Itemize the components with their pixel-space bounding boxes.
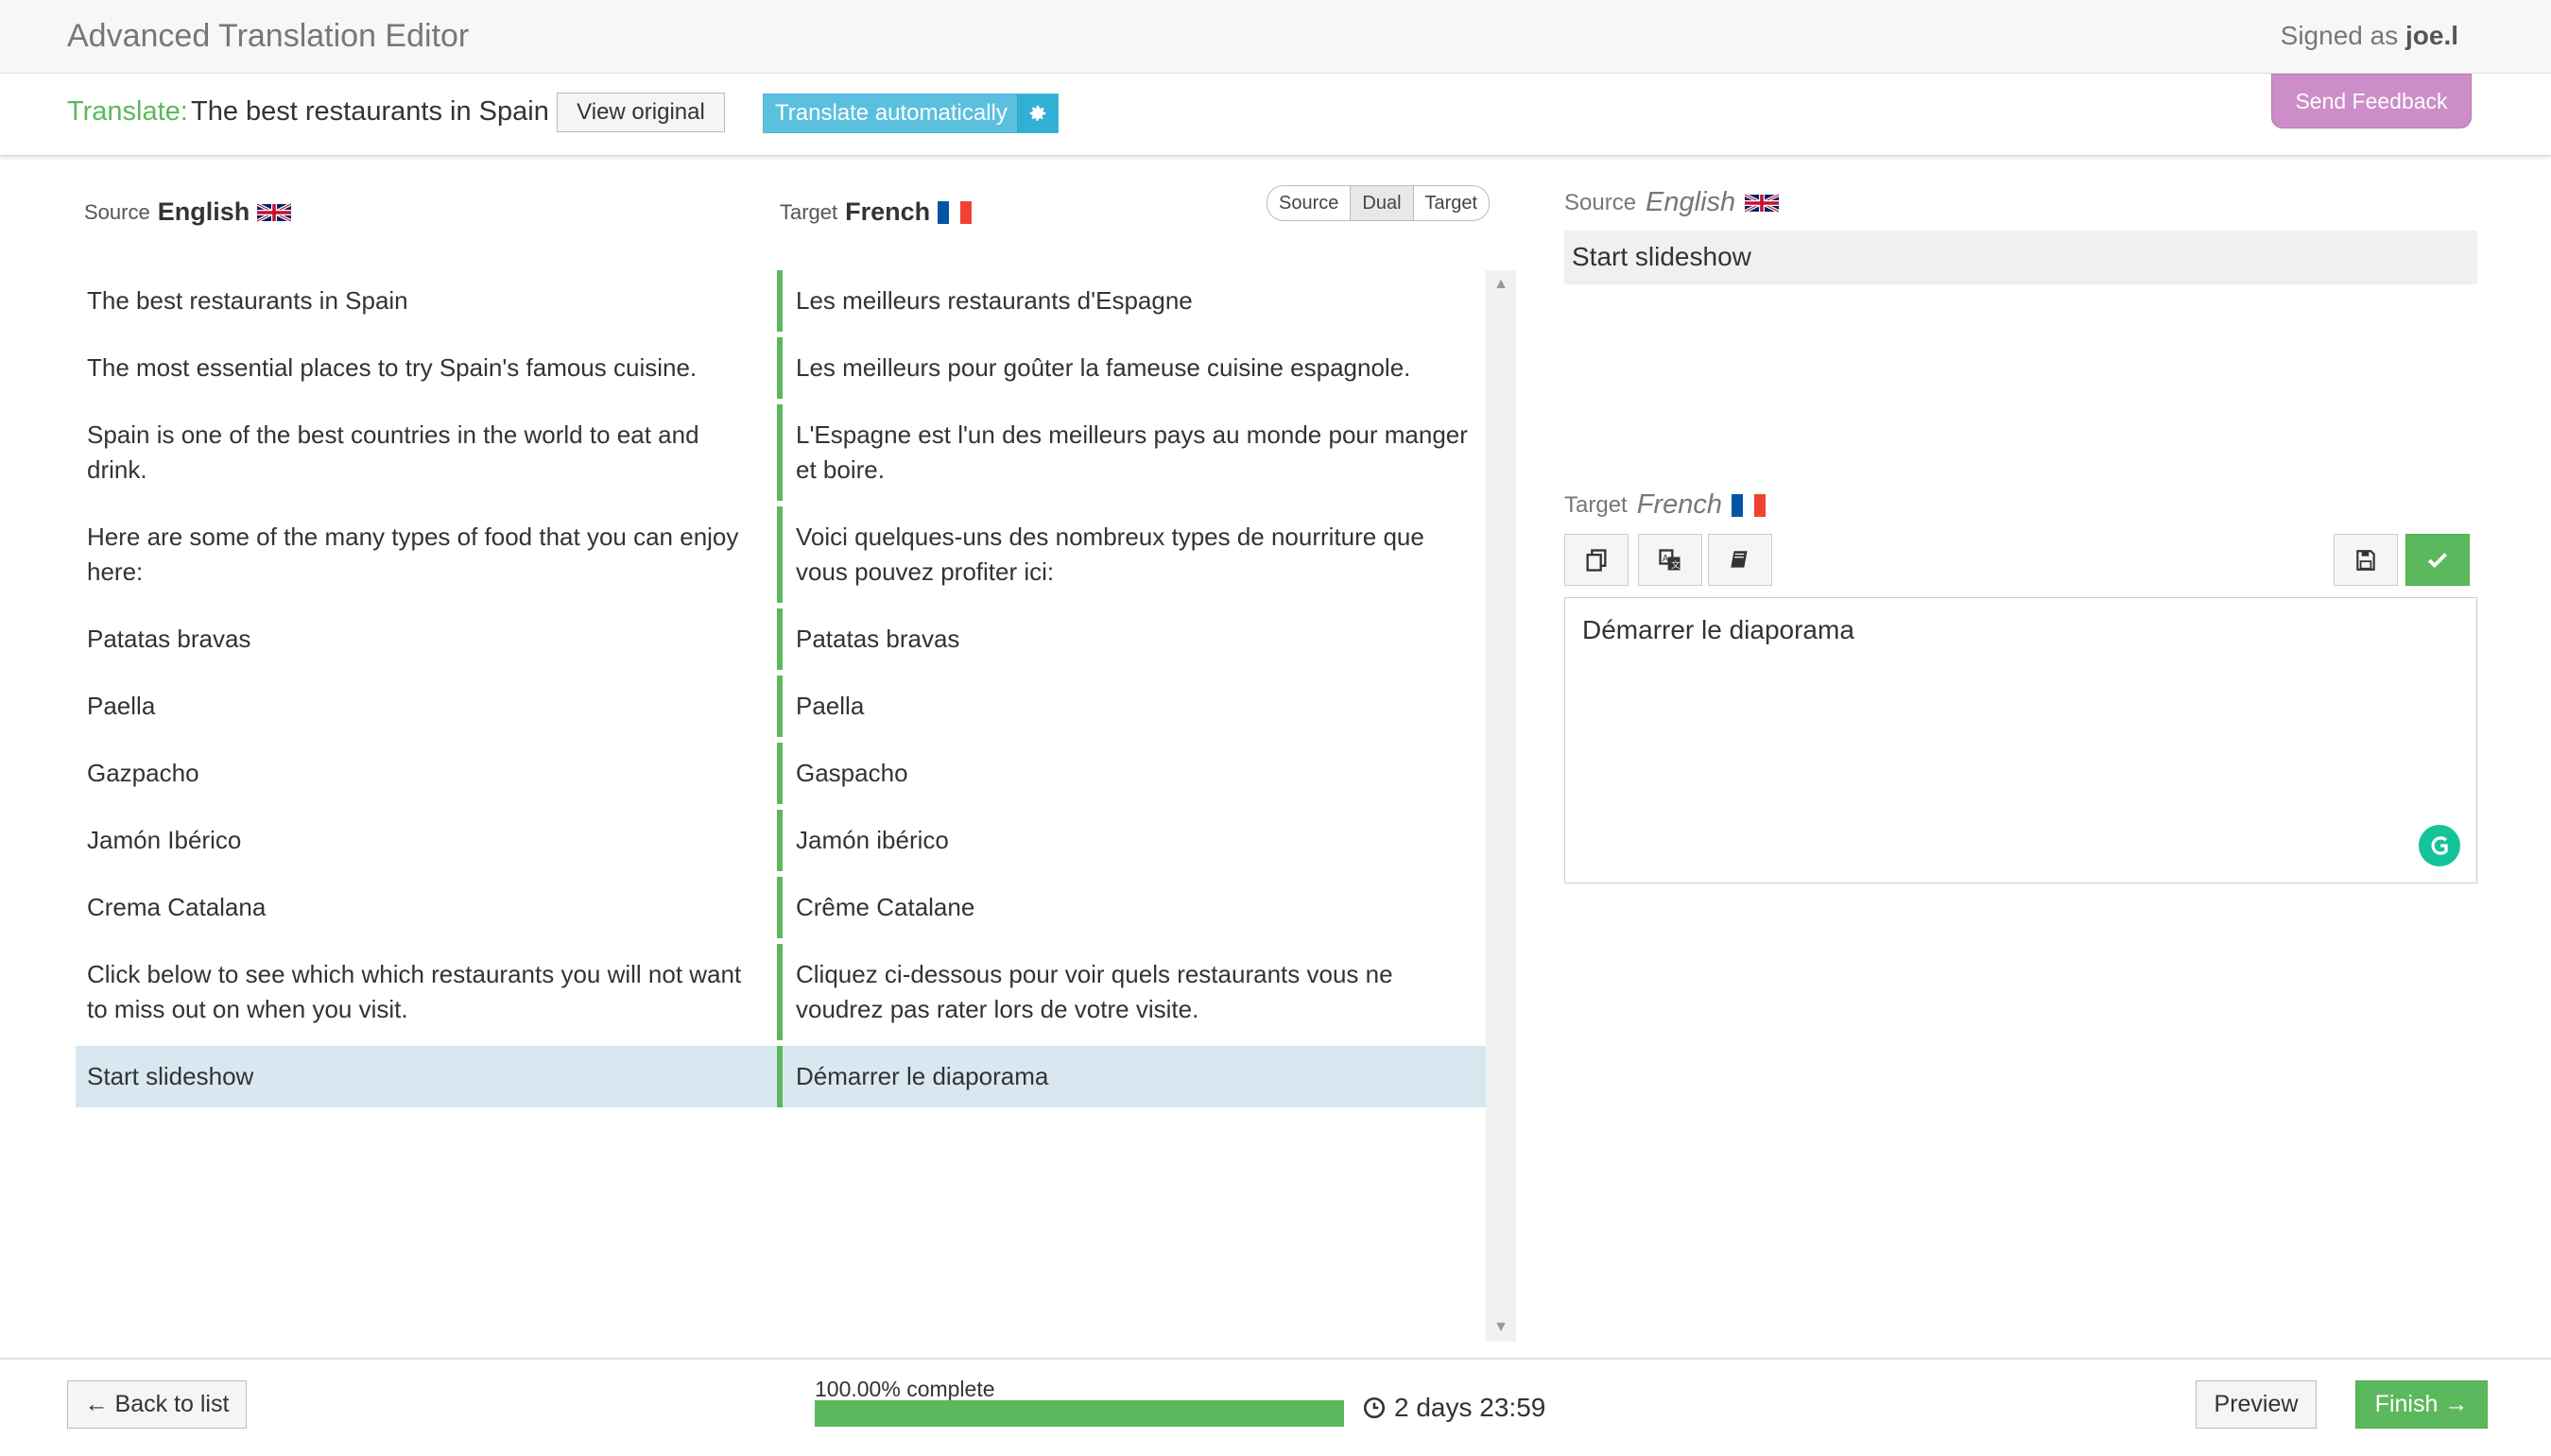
editor-target-header: Target French <box>1564 489 1766 521</box>
segment-row[interactable]: Patatas bravas Patatas bravas <box>76 608 1486 670</box>
segment-source[interactable]: Start slideshow <box>76 1046 777 1107</box>
uk-flag-icon <box>257 201 292 223</box>
segment-row[interactable]: Paella Paella <box>76 676 1486 737</box>
segment-source[interactable]: Crema Catalana <box>76 877 777 938</box>
segment-target[interactable]: Cliquez ci-dessous pour voir quels resta… <box>783 944 1486 1040</box>
france-flag-icon <box>1731 493 1766 517</box>
app-title: Advanced Translation Editor <box>67 18 470 54</box>
segment-target[interactable]: Jamón ibérico <box>783 810 1486 871</box>
segment-row[interactable]: The best restaurants in Spain Les meille… <box>76 270 1486 332</box>
segment-source[interactable]: Paella <box>76 676 777 737</box>
segment-target[interactable]: L'Espagne est l'un des meilleurs pays au… <box>783 404 1486 501</box>
time-remaining-text: 2 days 23:59 <box>1394 1393 1546 1422</box>
document-title: The best restaurants in Spain <box>191 96 549 127</box>
uk-flag-icon <box>1745 192 1780 214</box>
view-mode-source[interactable]: Source <box>1267 186 1352 220</box>
segment-source[interactable]: The best restaurants in Spain <box>76 270 777 332</box>
segment-source[interactable]: Spain is one of the best countries in th… <box>76 404 777 501</box>
gear-icon[interactable] <box>1017 94 1058 132</box>
segment-target[interactable]: Voici quelques-uns des nombreux types de… <box>783 506 1486 603</box>
editor-target-language: French <box>1636 489 1722 520</box>
segment-row[interactable]: Jamón Ibérico Jamón ibérico <box>76 810 1486 871</box>
check-icon <box>2427 552 2448 568</box>
translate-automatically-label[interactable]: Translate automatically <box>764 100 1017 127</box>
time-remaining: 2 days 23:59 <box>1362 1393 1545 1423</box>
segment-row[interactable]: Gazpacho Gaspacho <box>76 743 1486 804</box>
signed-in-user: Signed as joe.l <box>2281 21 2458 51</box>
scroll-down-arrow-icon[interactable]: ▼ <box>1486 1319 1516 1336</box>
copy-icon <box>1586 548 1607 572</box>
segment-target[interactable]: Les meilleurs pour goûter la fameuse cui… <box>783 337 1486 399</box>
segment-source[interactable]: Here are some of the many types of food … <box>76 506 777 603</box>
segment-source[interactable]: Gazpacho <box>76 743 777 804</box>
preview-button[interactable]: Preview <box>2196 1380 2317 1429</box>
editor-source-label: Source <box>1564 189 1637 215</box>
translate-automatically-button[interactable]: Translate automatically <box>763 94 1059 133</box>
view-mode-toggle: Source Dual Target <box>1267 185 1491 221</box>
segment-target[interactable]: Paella <box>783 676 1486 737</box>
segment-target[interactable]: Patatas bravas <box>783 608 1486 670</box>
editor-target-label: Target <box>1564 491 1628 518</box>
target-text-editor[interactable]: Démarrer le diaporama <box>1564 597 2477 883</box>
progress-label: 100.00% complete <box>815 1377 995 1401</box>
segment-target[interactable]: Démarrer le diaporama <box>783 1046 1486 1107</box>
segment-row[interactable]: Crema Catalana Crême Catalane <box>76 877 1486 938</box>
view-mode-dual[interactable]: Dual <box>1351 186 1414 220</box>
save-icon <box>2356 549 2375 571</box>
segment-row[interactable]: Spain is one of the best countries in th… <box>76 404 1486 501</box>
segment-list-scrollbar[interactable]: ▲ ▼ <box>1486 270 1516 1342</box>
france-flag-icon <box>938 200 973 224</box>
progress-fill <box>815 1400 1344 1427</box>
grammarly-icon[interactable] <box>2419 825 2460 866</box>
source-language: English <box>157 197 250 226</box>
progress-bar <box>815 1400 1344 1427</box>
book-icon <box>1731 550 1748 568</box>
scroll-up-arrow-icon[interactable]: ▲ <box>1486 276 1516 293</box>
back-to-list-button[interactable]: ← Back to list <box>67 1380 247 1429</box>
target-column-label: Target <box>780 199 838 224</box>
editor-source-header: Source English <box>1564 187 1780 218</box>
segment-row[interactable]: The most essential places to try Spain's… <box>76 337 1486 399</box>
machine-translate-button[interactable]: A文 <box>1638 534 1702 586</box>
editor-source-language: English <box>1646 187 1736 217</box>
signed-prefix: Signed as <box>2280 21 2399 50</box>
segment-source[interactable]: Click below to see which which restauran… <box>76 944 777 1040</box>
segment-source[interactable]: The most essential places to try Spain's… <box>76 337 777 399</box>
target-column-header: Target French <box>780 197 973 227</box>
segment-source[interactable]: Patatas bravas <box>76 608 777 670</box>
confirm-segment-button[interactable] <box>2405 534 2470 586</box>
translate-label: Translate: <box>67 96 188 127</box>
view-original-button[interactable]: View original <box>557 93 725 132</box>
segment-row-active[interactable]: Start slideshow Démarrer le diaporama <box>76 1046 1486 1107</box>
copy-source-button[interactable] <box>1564 534 1629 586</box>
segment-row[interactable]: Here are some of the many types of food … <box>76 506 1486 603</box>
segment-row[interactable]: Click below to see which which restauran… <box>76 944 1486 1040</box>
segment-target[interactable]: Gaspacho <box>783 743 1486 804</box>
svg-text:文: 文 <box>1671 559 1680 571</box>
segment-target[interactable]: Crême Catalane <box>783 877 1486 938</box>
target-language: French <box>845 197 931 226</box>
glossary-button[interactable] <box>1708 534 1772 586</box>
segment-source[interactable]: Jamón Ibérico <box>76 810 777 871</box>
clock-icon <box>1363 1396 1386 1419</box>
svg-text:A: A <box>1663 554 1669 564</box>
source-column-label: Source <box>84 199 150 224</box>
editor-source-text: Start slideshow <box>1564 231 2477 284</box>
send-feedback-button[interactable]: Send Feedback <box>2271 74 2472 128</box>
segment-list: The best restaurants in Spain Les meille… <box>76 270 1486 1113</box>
username[interactable]: joe.l <box>2405 21 2458 50</box>
translate-icon: A文 <box>1659 548 1681 571</box>
source-column-header: Source English <box>84 197 292 227</box>
view-mode-target[interactable]: Target <box>1414 186 1490 220</box>
save-button[interactable] <box>2334 534 2398 586</box>
segment-target[interactable]: Les meilleurs restaurants d'Espagne <box>783 270 1486 332</box>
finish-button[interactable]: Finish → <box>2355 1380 2488 1429</box>
